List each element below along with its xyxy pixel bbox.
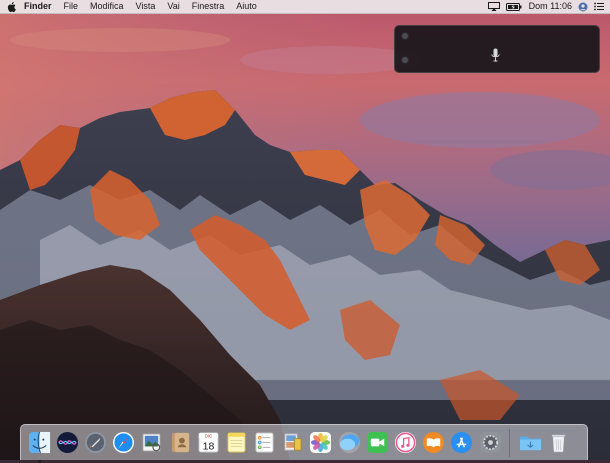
dock: DIC 18 [20,424,588,460]
dock-downloads-folder[interactable] [519,431,542,454]
dock-safari[interactable] [112,431,135,454]
photos-icon [309,431,332,454]
calendar-icon: DIC 18 [197,431,220,454]
dock-launchpad[interactable] [84,431,107,454]
microphone-icon[interactable] [491,48,500,63]
dock-photo-booth[interactable] [281,431,304,454]
menu-file[interactable]: File [58,0,85,13]
user-icon[interactable] [578,0,588,13]
options-dot-icon[interactable] [401,56,409,64]
menu-app-name[interactable]: Finder [22,0,58,13]
menu-window[interactable]: Finestra [186,0,231,13]
dock-reminders[interactable] [253,431,276,454]
menu-edit[interactable]: Modifica [84,0,130,13]
notification-center-icon[interactable] [594,0,604,13]
dock-system-preferences[interactable] [479,431,502,454]
dock-photos[interactable] [309,431,332,454]
dock-preview[interactable] [140,431,163,454]
dock-trash[interactable] [547,431,570,454]
menu-bar: Finder File Modifica Vista Vai Finestra … [0,0,610,14]
apple-logo-icon [7,2,16,12]
notes-icon [225,431,248,454]
trash-icon [547,431,570,454]
close-dot-icon[interactable] [401,32,409,40]
dock-messages[interactable] [338,431,361,454]
dock-separator [509,429,510,457]
finder-icon [28,431,51,454]
calendar-day: 18 [202,441,214,453]
photo-booth-icon [281,431,304,454]
menu-help[interactable]: Aiuto [230,0,263,13]
apple-menu-button[interactable] [0,2,22,12]
downloads-folder-icon [519,431,542,454]
contacts-book-icon [169,431,192,454]
dock-notes[interactable] [225,431,248,454]
siri-icon [56,431,79,454]
calendar-month: DIC [205,434,212,439]
facetime-camera-icon [366,431,389,454]
dictation-panel [394,25,600,73]
reminders-icon [253,431,276,454]
app-store-icon [450,431,473,454]
menu-clock[interactable]: Dom 11:06 [529,0,572,13]
gear-icon [479,431,502,454]
ibooks-icon [422,431,445,454]
dock-finder[interactable] [28,431,51,454]
dock-contacts[interactable] [169,431,192,454]
preview-icon [140,431,163,454]
dock-calendar[interactable]: DIC 18 [197,431,220,454]
menu-view[interactable]: Vista [130,0,162,13]
dock-itunes[interactable] [394,431,417,454]
airplay-icon[interactable] [488,0,500,13]
dock-facetime[interactable] [366,431,389,454]
menu-go[interactable]: Vai [161,0,185,13]
dock-siri[interactable] [56,431,79,454]
safari-compass-icon [112,431,135,454]
launchpad-rocket-icon [84,431,107,454]
dock-ibooks[interactable] [422,431,445,454]
itunes-music-icon [394,431,417,454]
battery-icon[interactable] [506,0,522,13]
dock-app-store[interactable] [450,431,473,454]
messages-bubble-icon [338,431,361,454]
